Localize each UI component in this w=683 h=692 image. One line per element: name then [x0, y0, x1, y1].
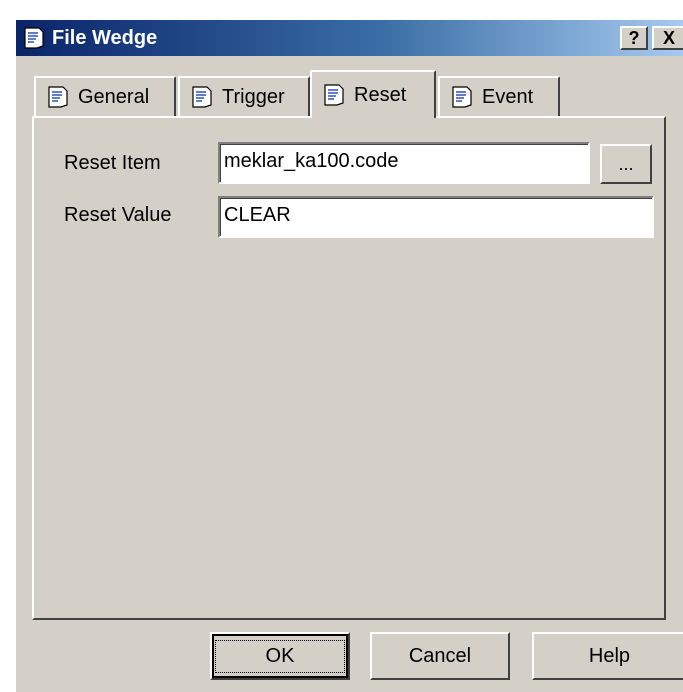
reset-value-label: Reset Value — [64, 204, 172, 226]
tab-label: General — [78, 85, 150, 108]
tab-event[interactable]: Event — [438, 76, 560, 116]
browse-button[interactable]: ... — [600, 144, 652, 184]
window-title: File Wedge — [52, 26, 158, 49]
document-icon — [452, 86, 472, 108]
help-button[interactable]: ? — [620, 26, 648, 50]
reset-item-field[interactable]: meklar_ka100.code — [218, 142, 590, 184]
ok-button[interactable]: OK — [210, 632, 350, 680]
tab-trigger[interactable]: Trigger — [178, 76, 310, 116]
close-button[interactable]: X — [652, 26, 683, 50]
document-icon — [324, 84, 344, 106]
cancel-button[interactable]: Cancel — [370, 632, 510, 680]
help-dialog-button[interactable]: Help — [532, 632, 683, 680]
tab-label: Event — [482, 85, 534, 108]
tab-reset[interactable]: Reset — [310, 70, 436, 118]
file-wedge-dialog: File Wedge ? X General Trigger Reset Eve… — [14, 18, 683, 692]
reset-tab-panel: Reset Item meklar_ka100.code ... Reset V… — [32, 116, 666, 620]
tab-general[interactable]: General — [34, 76, 176, 116]
reset-item-label: Reset Item — [64, 152, 161, 174]
tab-label: Trigger — [222, 85, 285, 108]
title-bar[interactable]: File Wedge ? X — [16, 20, 683, 56]
ok-button-label: OK — [214, 639, 346, 673]
reset-value-field[interactable]: CLEAR — [218, 196, 654, 238]
document-icon — [192, 86, 212, 108]
tab-label: Reset — [354, 83, 407, 106]
document-icon — [24, 27, 44, 49]
document-icon — [48, 86, 68, 108]
